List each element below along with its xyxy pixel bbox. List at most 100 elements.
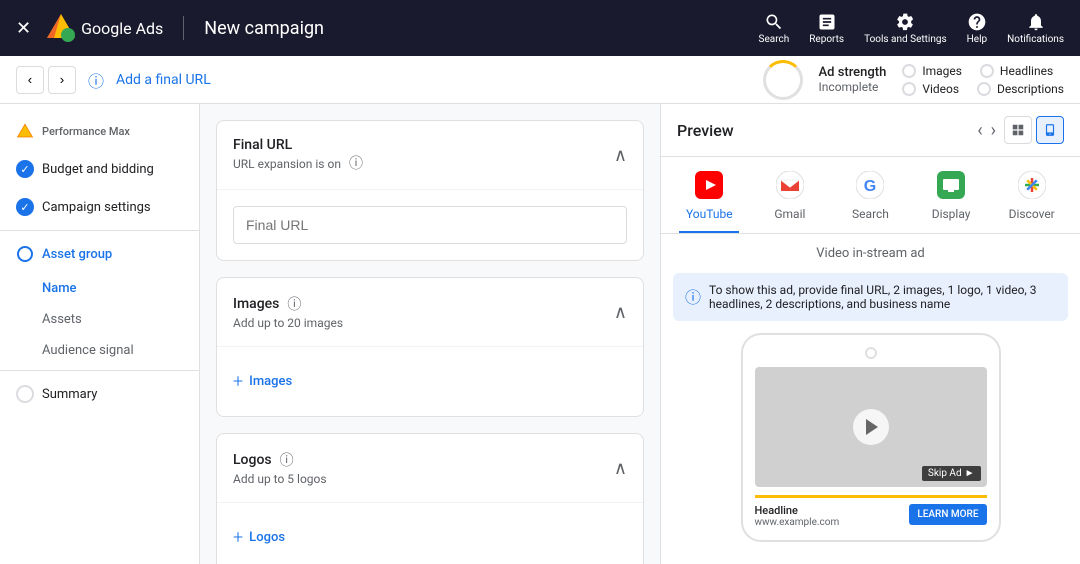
add-images-button[interactable]: + Images bbox=[233, 363, 627, 400]
sidebar-item-summary-label: Summary bbox=[42, 387, 97, 402]
sidebar-item-budget-label: Budget and bidding bbox=[42, 162, 154, 177]
youtube-platform-icon bbox=[693, 169, 725, 201]
sidebar-sub-name-label: Name bbox=[42, 281, 77, 296]
breadcrumb-arrows: ‹ › bbox=[16, 66, 76, 94]
images-subtitle: Add up to 20 images bbox=[233, 316, 343, 330]
back-arrow-button[interactable]: ‹ bbox=[16, 66, 44, 94]
help-icon bbox=[967, 12, 987, 32]
sidebar-sub-name[interactable]: Name bbox=[0, 273, 199, 304]
sidebar: Performance Max ✓ Budget and bidding ✓ C… bbox=[0, 104, 200, 564]
google-ads-logo-icon bbox=[47, 14, 75, 42]
final-url-collapse-btn[interactable]: ∧ bbox=[614, 145, 627, 166]
sidebar-item-campaign-settings[interactable]: ✓ Campaign settings bbox=[0, 188, 199, 226]
sidebar-sub-assets[interactable]: Assets bbox=[0, 304, 199, 335]
sidebar-sub-audience-signal[interactable]: Audience signal bbox=[0, 335, 199, 366]
preview-title: Preview bbox=[677, 121, 734, 140]
url-expansion-info-icon: ⓘ bbox=[349, 153, 363, 173]
logos-title-row: Logos ⓘ bbox=[233, 450, 327, 470]
forward-arrow-button[interactable]: › bbox=[48, 66, 76, 94]
sidebar-item-settings-label: Campaign settings bbox=[42, 200, 151, 215]
add-images-label: Images bbox=[249, 374, 292, 389]
images-header: Images ⓘ Add up to 20 images ∧ bbox=[217, 278, 643, 347]
nav-divider bbox=[183, 16, 184, 40]
sidebar-item-budget-bidding[interactable]: ✓ Budget and bidding bbox=[0, 150, 199, 188]
preview-panel: Preview ‹ › bbox=[660, 104, 1080, 564]
display-tab[interactable]: Display bbox=[921, 169, 981, 233]
skip-ad-button[interactable]: Skip Ad ► bbox=[922, 466, 981, 481]
breadcrumb-info-icon: ⓘ bbox=[88, 68, 104, 92]
tools-icon bbox=[895, 12, 915, 32]
notifications-nav-item[interactable]: Notifications bbox=[1007, 12, 1064, 45]
headline-group: Headline www.example.com bbox=[755, 504, 840, 528]
youtube-icon bbox=[695, 171, 723, 199]
ad-strength-circle bbox=[763, 60, 803, 100]
sidebar-item-performance-max[interactable]: Performance Max bbox=[0, 112, 199, 150]
sidebar-separator bbox=[0, 230, 199, 231]
final-url-input[interactable] bbox=[233, 206, 627, 244]
videos-asset-label: Videos bbox=[922, 82, 959, 96]
svg-text:G: G bbox=[864, 178, 876, 195]
ad-strength-section: Ad strength Incomplete Images Headlines … bbox=[763, 60, 1064, 100]
search-nav-item[interactable]: Search bbox=[759, 12, 790, 45]
logos-info-icon: ⓘ bbox=[280, 450, 294, 470]
mobile-view-button[interactable] bbox=[1036, 116, 1064, 144]
skip-arrow-icon: ► bbox=[965, 468, 975, 479]
gmail-tab[interactable]: Gmail bbox=[760, 169, 820, 233]
gmail-tab-label: Gmail bbox=[774, 207, 805, 221]
summary-circle-icon bbox=[16, 385, 34, 403]
add-logos-button[interactable]: + Logos bbox=[233, 519, 627, 556]
add-final-url-link[interactable]: Add a final URL bbox=[116, 72, 211, 88]
video-placeholder: Skip Ad ► bbox=[755, 367, 987, 487]
logos-plus-icon: + bbox=[233, 527, 243, 548]
tools-nav-item[interactable]: Tools and Settings bbox=[864, 12, 947, 45]
logos-collapse-btn[interactable]: ∧ bbox=[614, 458, 627, 479]
final-url-body bbox=[217, 190, 643, 260]
logo-text: Google Ads bbox=[81, 19, 163, 38]
play-button[interactable] bbox=[853, 409, 889, 445]
breadcrumb-bar: ‹ › ⓘ Add a final URL Ad strength Incomp… bbox=[0, 56, 1080, 104]
descriptions-asset-label: Descriptions bbox=[997, 82, 1064, 96]
logos-subtitle: Add up to 5 logos bbox=[233, 472, 327, 486]
preview-prev-arrow[interactable]: ‹ bbox=[977, 120, 982, 141]
grid-view-button[interactable] bbox=[1004, 116, 1032, 144]
url-expansion-label: URL expansion is on bbox=[233, 157, 341, 171]
sidebar-sub-assets-label: Assets bbox=[42, 312, 82, 327]
view-toggle bbox=[1004, 116, 1064, 144]
final-url-title-row: Final URL bbox=[233, 137, 363, 153]
images-collapse-btn[interactable]: ∧ bbox=[614, 302, 627, 323]
discover-icon bbox=[1018, 171, 1046, 199]
sidebar-item-performance-max-label: Performance Max bbox=[42, 125, 130, 138]
search-icon bbox=[764, 12, 784, 32]
search-platform-icon: G bbox=[854, 169, 886, 201]
info-banner: ⓘ To show this ad, provide final URL, 2 … bbox=[673, 273, 1068, 321]
discover-tab[interactable]: Discover bbox=[1002, 169, 1062, 233]
tools-nav-label: Tools and Settings bbox=[864, 34, 947, 45]
descriptions-radio bbox=[977, 82, 991, 96]
ad-type-label: Video in-stream ad bbox=[673, 246, 1068, 261]
performance-max-icon bbox=[16, 122, 34, 140]
search-tab[interactable]: G Search bbox=[840, 169, 900, 233]
preview-next-arrow[interactable]: › bbox=[991, 120, 996, 141]
images-title: Images bbox=[233, 296, 279, 312]
final-url-header: Final URL URL expansion is on ⓘ ∧ bbox=[217, 121, 643, 190]
youtube-tab[interactable]: YouTube bbox=[679, 169, 739, 233]
help-nav-item[interactable]: Help bbox=[967, 12, 987, 45]
images-plus-icon: + bbox=[233, 371, 243, 392]
gmail-platform-icon bbox=[774, 169, 806, 201]
learn-more-button[interactable]: LEARN MORE bbox=[909, 504, 986, 525]
sidebar-item-asset-group-label: Asset group bbox=[42, 247, 112, 262]
images-title-group: Images ⓘ Add up to 20 images bbox=[233, 294, 343, 330]
discover-tab-label: Discover bbox=[1009, 207, 1055, 221]
sidebar-item-summary[interactable]: Summary bbox=[0, 375, 199, 413]
logos-title: Logos bbox=[233, 452, 272, 468]
sidebar-item-asset-group[interactable]: Asset group bbox=[0, 235, 199, 273]
search-g-icon: G bbox=[856, 171, 884, 199]
images-info-icon: ⓘ bbox=[287, 294, 301, 314]
reports-nav-item[interactable]: Reports bbox=[809, 12, 844, 45]
close-button[interactable]: ✕ bbox=[16, 18, 31, 39]
discover-platform-icon bbox=[1016, 169, 1048, 201]
help-nav-label: Help bbox=[967, 34, 987, 45]
headlines-radio bbox=[980, 64, 994, 78]
videos-radio bbox=[902, 82, 916, 96]
main-layout: Performance Max ✓ Budget and bidding ✓ C… bbox=[0, 104, 1080, 564]
